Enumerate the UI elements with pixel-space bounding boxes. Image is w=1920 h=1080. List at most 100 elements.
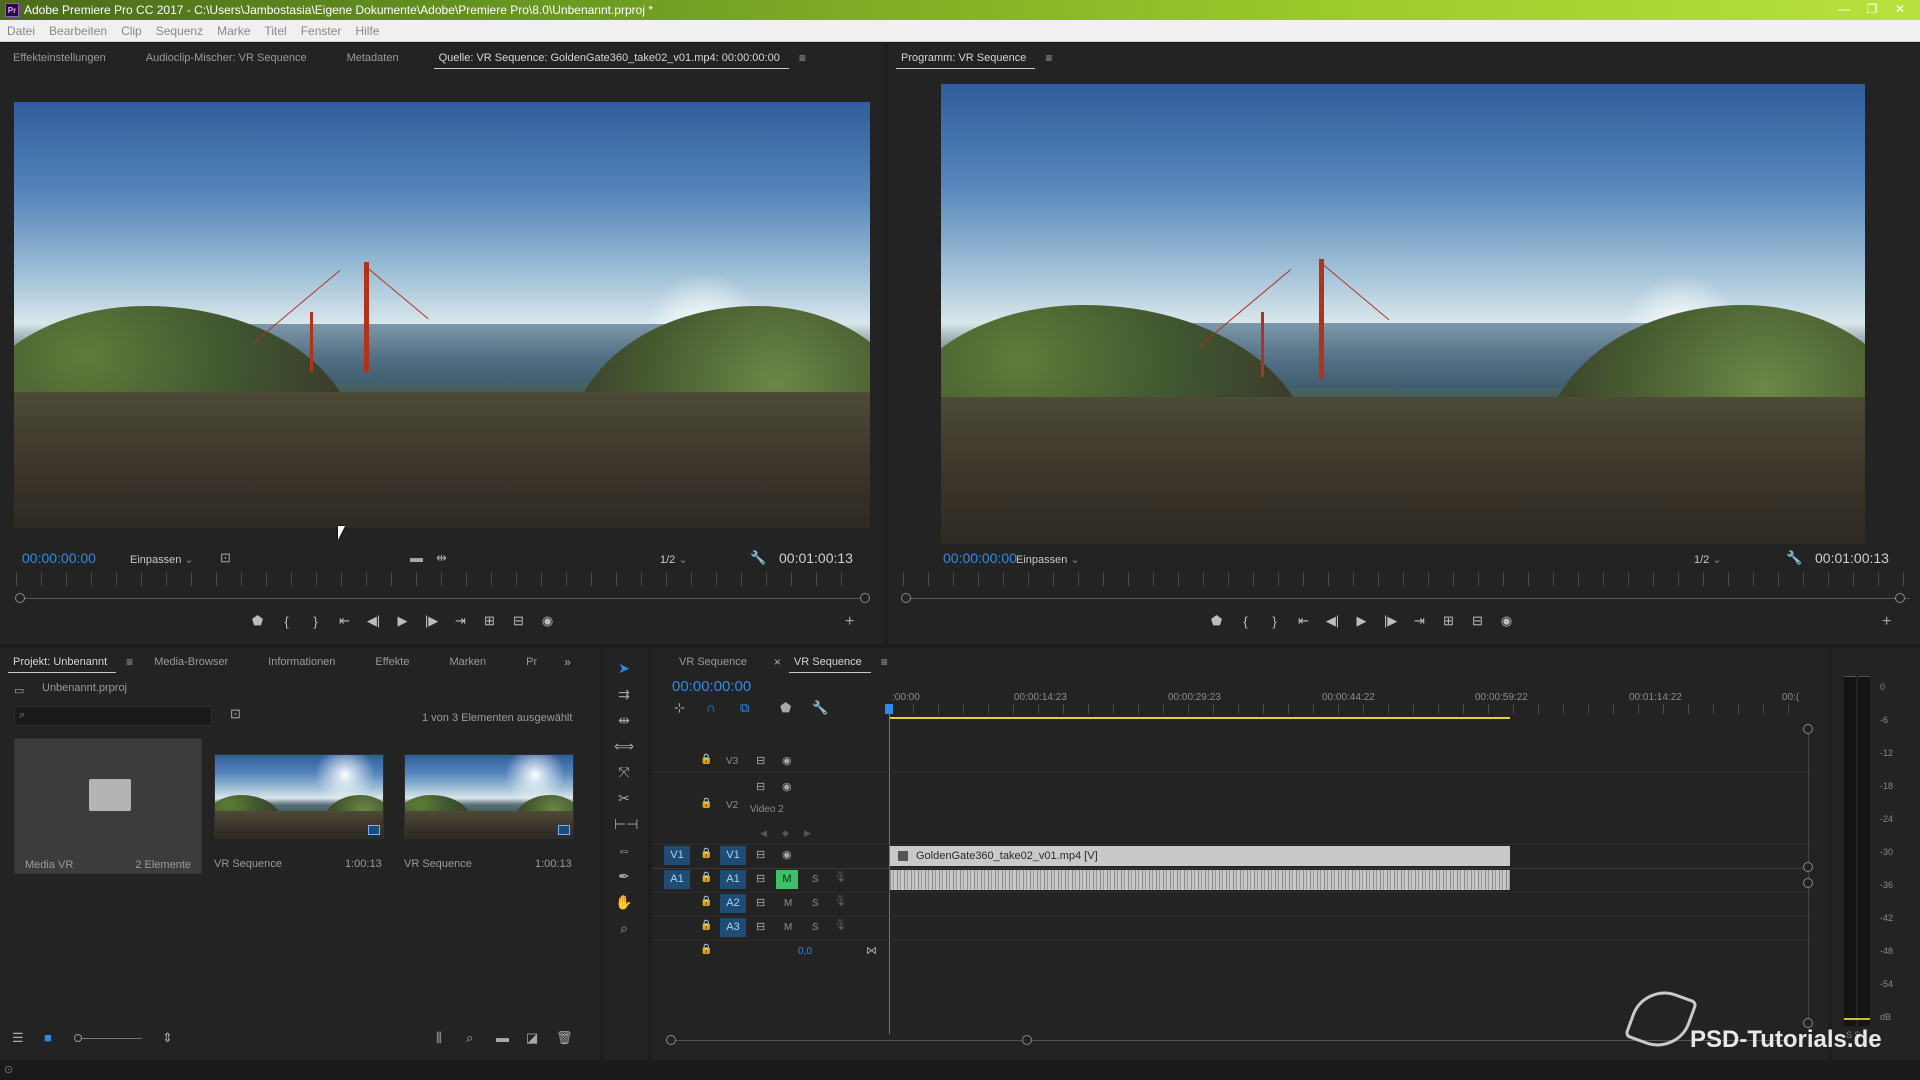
tab-markers[interactable]: Marken — [436, 648, 499, 676]
safe-margins-icon[interactable]: ⊡ — [220, 550, 231, 566]
vertical-scroll-mid2[interactable] — [1803, 878, 1813, 888]
master-volume-value[interactable]: 0,0 — [798, 946, 812, 957]
mark-out-icon[interactable]: } — [1260, 614, 1289, 629]
panel-menu-icon[interactable]: ≡ — [799, 51, 806, 65]
maximize-button[interactable]: ❐ — [1858, 1, 1886, 18]
keyframe-next-icon[interactable]: ▶ — [804, 828, 811, 839]
program-timecode[interactable]: 00:00:00:00 — [943, 550, 1017, 566]
linked-selection-icon[interactable]: ⧉ — [740, 700, 749, 716]
lock-icon[interactable]: 🔒 — [700, 872, 712, 883]
add-marker-icon[interactable]: ⬟ — [780, 700, 791, 716]
automate-to-sequence-icon[interactable]: ⫼ — [436, 1030, 442, 1046]
go-to-out-icon[interactable]: ⇥ — [446, 613, 475, 629]
eye-icon[interactable]: ◉ — [782, 848, 792, 861]
play-icon[interactable]: ▶ — [388, 613, 417, 629]
rate-stretch-tool-icon[interactable]: ⤧ — [614, 764, 634, 781]
overwrite-icon[interactable]: ⊟ — [504, 613, 533, 629]
zoom-tool-icon[interactable]: ⌕ — [614, 920, 634, 937]
vertical-scroll-mid[interactable] — [1803, 862, 1813, 872]
list-view-icon[interactable]: ☰ — [12, 1030, 24, 1046]
lock-icon[interactable]: 🔒 — [700, 920, 712, 931]
add-marker-icon[interactable]: ⬟ — [243, 613, 272, 629]
tab-project[interactable]: Projekt: Unbenannt — [0, 648, 120, 676]
find-icon[interactable]: ⌕ — [466, 1030, 473, 1046]
button-editor-plus-icon[interactable]: + — [845, 613, 854, 631]
a2-mute-button[interactable]: M — [784, 898, 792, 909]
zoom-end-handle[interactable] — [860, 593, 870, 603]
nest-icon[interactable]: ⊹ — [674, 700, 685, 716]
settings-wrench-icon[interactable]: 🔧 — [750, 550, 766, 566]
button-editor-plus-icon[interactable]: + — [1882, 613, 1891, 631]
tab-source[interactable]: Quelle: VR Sequence: GoldenGate360_take0… — [426, 44, 793, 72]
zoom-start-handle[interactable] — [901, 593, 911, 603]
program-time-ruler[interactable] — [903, 572, 1915, 586]
lock-icon[interactable]: 🔒 — [700, 848, 712, 859]
tab-program[interactable]: Programm: VR Sequence — [888, 44, 1039, 72]
ripple-edit-tool-icon[interactable]: ⇹ — [614, 712, 634, 729]
a3-track-target[interactable]: A3 — [720, 918, 746, 937]
tab-sequence-2[interactable]: VR Sequence — [781, 648, 875, 676]
source-time-ruler[interactable] — [16, 572, 866, 586]
panel-menu-icon[interactable]: ≡ — [126, 655, 133, 669]
video-clip[interactable]: GoldenGate360_take02_v01.mp4 [V] — [890, 846, 1510, 866]
sync-lock-icon[interactable]: ⊟ — [756, 848, 765, 861]
drag-audio-icon[interactable]: ⇹ — [436, 550, 447, 566]
step-back-icon[interactable]: ◀| — [359, 613, 388, 629]
microphone-icon[interactable]: 🎙 — [834, 920, 847, 931]
step-forward-icon[interactable]: |▶ — [417, 613, 446, 629]
export-frame-icon[interactable]: ◉ — [1492, 613, 1521, 629]
tab-media-browser[interactable]: Media-Browser — [141, 648, 241, 676]
tab-metadata[interactable]: Metadaten — [334, 44, 412, 72]
playhead[interactable] — [889, 704, 890, 1034]
go-to-in-icon[interactable]: ⇤ — [1289, 613, 1318, 629]
search-input[interactable]: ⌕ — [14, 706, 212, 726]
trash-icon[interactable]: 🗑 — [556, 1030, 573, 1046]
close-tab-icon[interactable]: × — [774, 655, 781, 669]
new-item-icon[interactable]: ◪ — [526, 1030, 538, 1046]
slip-tool-icon[interactable]: ⊢⊣ — [614, 816, 638, 833]
a3-mute-button[interactable]: M — [784, 922, 792, 933]
track-select-tool-icon[interactable]: ⇉ — [614, 686, 634, 703]
mark-in-icon[interactable]: { — [1231, 614, 1260, 629]
settings-wrench-icon[interactable]: 🔧 — [1786, 550, 1802, 566]
keyframe-prev-icon[interactable]: ◀ — [760, 828, 767, 839]
sync-lock-icon[interactable]: ⊟ — [756, 754, 765, 767]
sync-lock-icon[interactable]: ⊟ — [756, 920, 765, 933]
mark-out-icon[interactable]: } — [301, 614, 330, 629]
menu-fenster[interactable]: Fenster — [294, 24, 349, 38]
a2-solo-button[interactable]: S — [812, 898, 819, 909]
menu-titel[interactable]: Titel — [257, 24, 293, 38]
panel-menu-icon[interactable]: ≡ — [1045, 51, 1052, 65]
vertical-scroll-top[interactable] — [1803, 724, 1813, 734]
tab-sequence-1[interactable]: VR Sequence — [666, 648, 760, 676]
pen-tool-icon[interactable]: ✒ — [614, 868, 634, 885]
a2-track-target[interactable]: A2 — [720, 894, 746, 913]
a1-solo-button[interactable]: S — [812, 874, 819, 885]
panel-menu-icon[interactable]: ≡ — [881, 655, 888, 669]
menu-hilfe[interactable]: Hilfe — [348, 24, 386, 38]
export-frame-icon[interactable]: ◉ — [533, 613, 562, 629]
tab-info[interactable]: Informationen — [255, 648, 348, 676]
tab-audio-clip-mixer[interactable]: Audioclip-Mischer: VR Sequence — [133, 44, 320, 72]
step-back-icon[interactable]: ◀| — [1318, 613, 1347, 629]
go-to-out-icon[interactable]: ⇥ — [1405, 613, 1434, 629]
mark-in-icon[interactable]: { — [272, 614, 301, 629]
step-forward-icon[interactable]: |▶ — [1376, 613, 1405, 629]
lock-icon[interactable]: 🔒 — [700, 896, 712, 907]
eye-icon[interactable]: ◉ — [782, 754, 792, 767]
icon-view-icon[interactable]: ■ — [44, 1030, 52, 1045]
new-bin-icon[interactable]: ▬ — [496, 1030, 509, 1045]
timeline-settings-icon[interactable]: 🔧 — [812, 700, 828, 716]
insert-icon[interactable]: ⊞ — [475, 613, 504, 629]
work-area-bar[interactable] — [890, 717, 1510, 719]
v1-source-patch[interactable]: V1 — [664, 846, 690, 865]
audio-clip[interactable] — [890, 870, 1510, 890]
snap-icon[interactable]: ∩ — [706, 700, 715, 715]
lock-icon[interactable]: 🔒 — [700, 754, 712, 765]
playhead-handle[interactable] — [885, 704, 893, 714]
menu-marke[interactable]: Marke — [210, 24, 257, 38]
program-fit-dropdown[interactable]: Einpassen — [1016, 553, 1080, 566]
go-to-end-icon[interactable]: ⋈ — [866, 944, 877, 957]
tab-overflow[interactable]: Pr — [513, 648, 550, 676]
menu-bearbeiten[interactable]: Bearbeiten — [42, 24, 114, 38]
